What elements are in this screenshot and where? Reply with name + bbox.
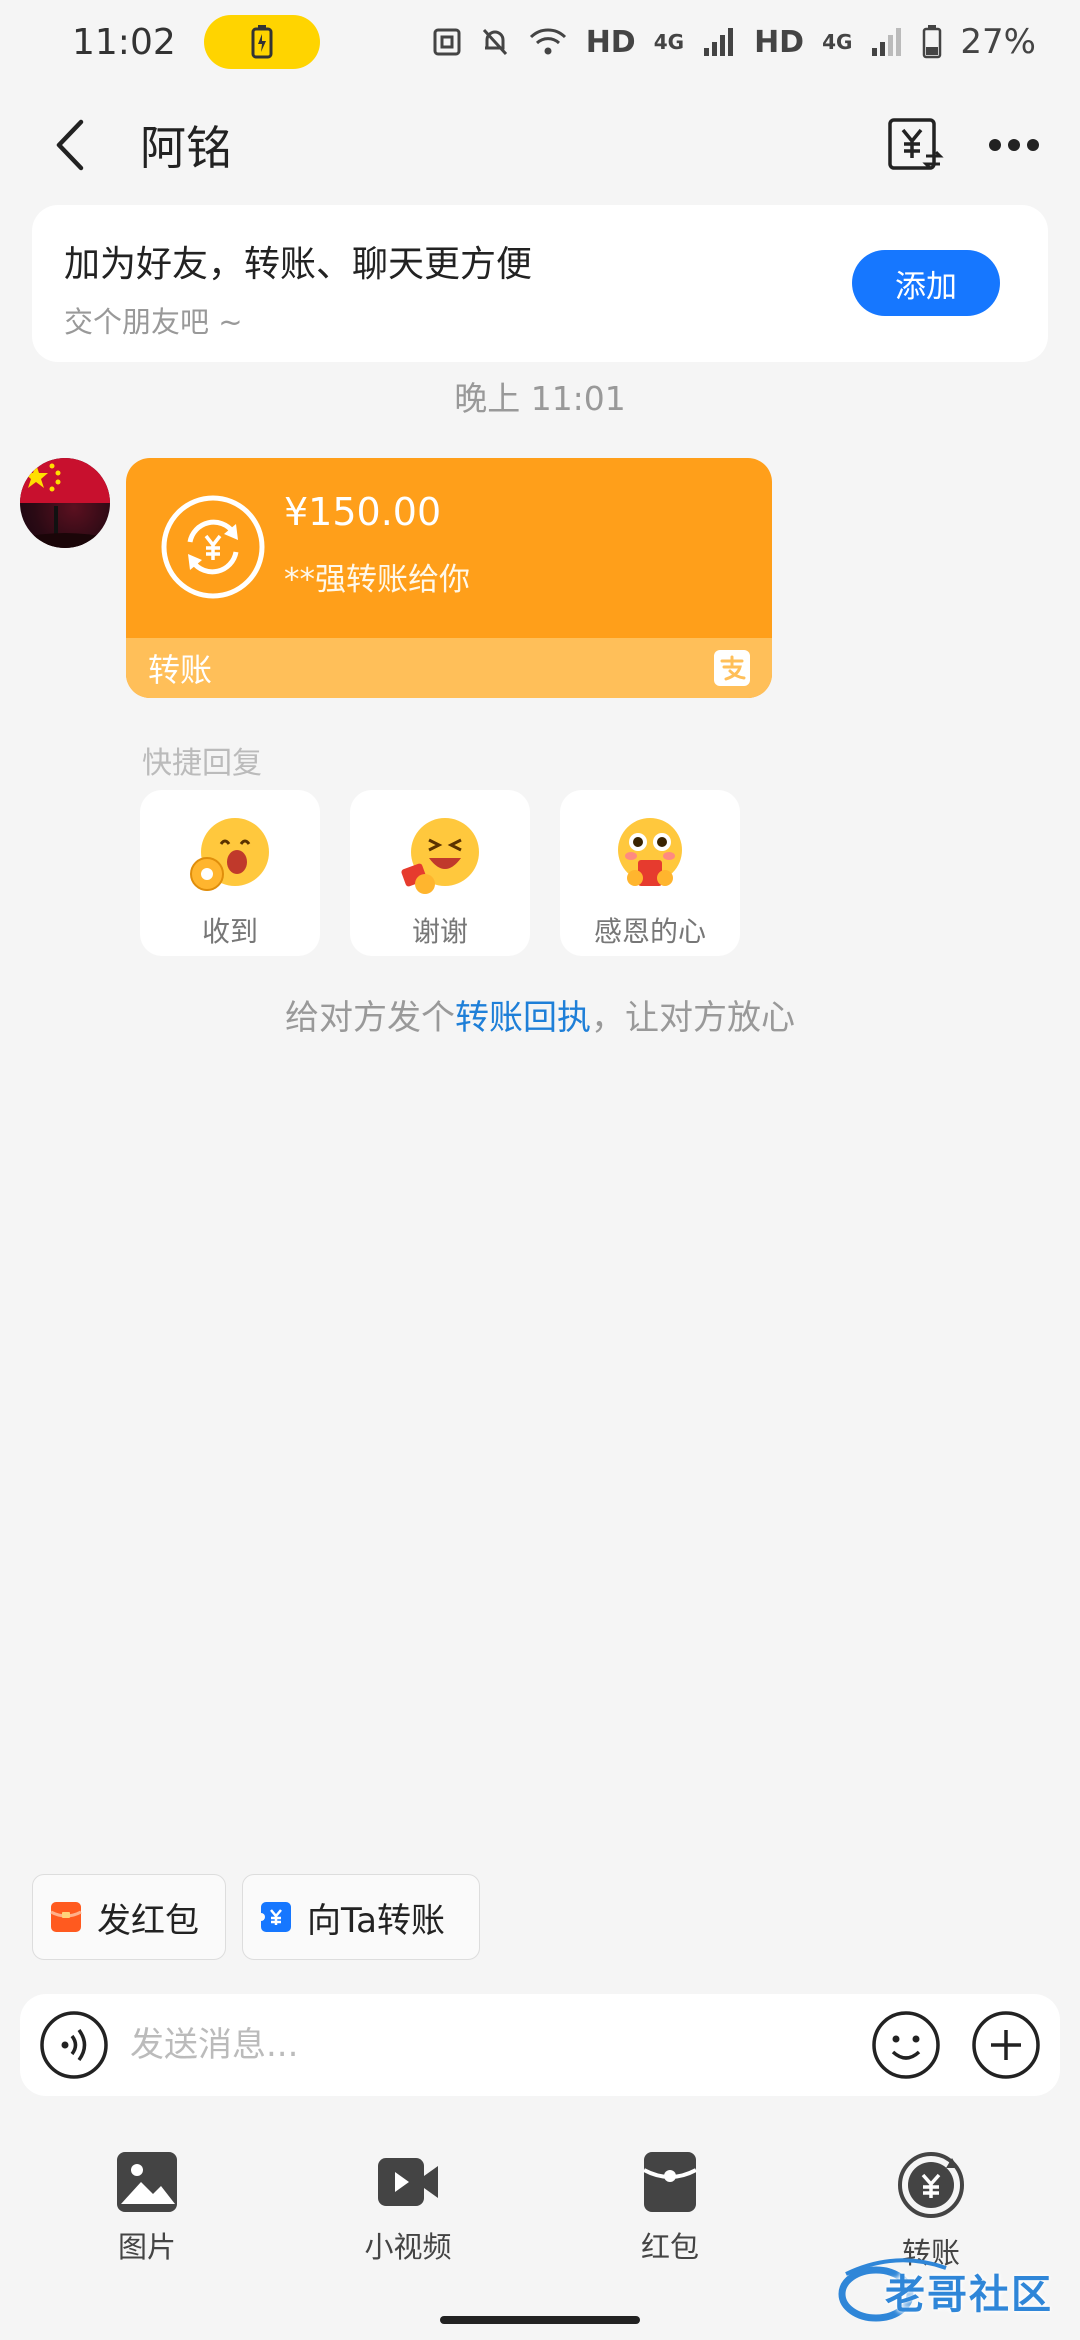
home-indicator[interactable] <box>440 2316 640 2324</box>
transfer-to-ta-chip[interactable]: 向Ta转账 <box>242 1874 480 1960</box>
transfer-arrows-icon <box>161 495 265 599</box>
more-button[interactable] <box>988 137 1040 153</box>
image-icon <box>117 2152 177 2212</box>
quick-reply-label-item: 谢谢 <box>411 915 468 948</box>
panel-image-label: 图片 <box>117 2230 176 2264</box>
wifi-icon <box>528 25 568 59</box>
avatar[interactable] <box>20 458 110 548</box>
chevron-left-icon <box>56 119 84 171</box>
status-icons: HD 4G HD 4G 27% <box>432 22 1036 62</box>
network-gen-1: 4G <box>653 30 685 54</box>
transfer-description: **强转账给你 <box>284 562 470 598</box>
signal-2-icon <box>870 26 904 58</box>
send-red-packet-label: 发红包 <box>97 1900 199 1941</box>
flag-avatar-icon <box>20 458 110 548</box>
watermark-text: 老哥社区 <box>885 2272 1053 2318</box>
more-functions-button[interactable] <box>970 2009 1042 2081</box>
message-input[interactable] <box>130 2025 870 2065</box>
panel-video-label: 小视频 <box>364 2230 452 2264</box>
network-gen-2: 4G <box>822 30 853 54</box>
quick-reply-thanks[interactable]: 谢谢 <box>350 790 530 956</box>
voice-icon <box>40 2011 108 2079</box>
smiley-icon <box>872 2011 940 2079</box>
chat-header: 阿铭 <box>0 100 1080 190</box>
laughing-emoji-icon <box>401 818 479 894</box>
network-type-1: HD <box>585 24 636 60</box>
transfer-to-ta-label: 向Ta转账 <box>307 1900 445 1941</box>
more-icon <box>989 139 1039 151</box>
transfer-record-icon <box>888 118 944 170</box>
add-friend-card: 加为好友，转账、聊天更方便 交个朋友吧 ~ 添加 <box>32 205 1048 362</box>
quick-reply-grateful[interactable]: 感恩的心 <box>560 790 740 956</box>
receipt-prefix: 给对方发个 <box>285 998 455 1038</box>
quick-reply-label-item: 收到 <box>201 915 258 948</box>
receipt-prompt: 给对方发个转账回执，让对方放心 <box>0 990 1080 1039</box>
status-bar: 11:02 HD 4G HD 4G 27% <box>0 0 1080 84</box>
battery-percent: 27% <box>960 22 1036 62</box>
status-time: 11:02 <box>72 21 176 63</box>
receipt-link[interactable]: 转账回执 <box>455 998 591 1038</box>
add-friend-button[interactable]: 添加 <box>852 250 1000 316</box>
panel-red-packet-label: 红包 <box>640 2230 699 2264</box>
quick-reply-label-item: 感恩的心 <box>593 915 706 948</box>
alipay-logo-icon <box>714 650 750 686</box>
transfer-ticket-icon <box>259 1902 291 1932</box>
panel-image[interactable]: 图片 <box>67 2150 227 2266</box>
quick-reply-received[interactable]: 收到 <box>140 790 320 956</box>
network-type-2: HD <box>754 24 805 60</box>
transfer-icon <box>898 2152 964 2218</box>
red-packet-emoji-icon <box>618 818 682 886</box>
chat-title: 阿铭 <box>140 121 232 175</box>
video-icon <box>378 2158 438 2206</box>
panel-video[interactable]: 小视频 <box>328 2150 488 2266</box>
quick-reply-label: 快捷回复 <box>142 746 262 781</box>
red-packet-icon <box>50 1902 82 1932</box>
battery-charging-icon <box>251 25 273 59</box>
back-button[interactable] <box>40 115 100 175</box>
message-input-bar <box>20 1994 1060 2096</box>
battery-icon <box>922 25 942 59</box>
red-packet-icon <box>643 2152 697 2212</box>
ok-hand-emoji-icon <box>190 818 269 891</box>
transfer-footer-label: 转账 <box>148 651 213 689</box>
mute-icon <box>480 26 510 58</box>
watermark-logo: 老哥社区 <box>836 2254 1062 2328</box>
receipt-suffix: ，让对方放心 <box>591 998 795 1038</box>
transfer-amount: ¥150.00 <box>284 490 442 534</box>
emoji-button[interactable] <box>870 2009 942 2081</box>
transfer-record-button[interactable] <box>886 116 944 174</box>
panel-red-packet[interactable]: 红包 <box>590 2150 750 2266</box>
signal-icon <box>702 26 736 58</box>
message-timestamp: 晚上 11:01 <box>454 379 626 418</box>
send-red-packet-chip[interactable]: 发红包 <box>32 1874 226 1960</box>
plus-circle-icon <box>972 2011 1040 2079</box>
transfer-message-card[interactable]: ¥150.00 **强转账给你 转账 <box>126 458 772 698</box>
nfc-icon <box>432 27 462 57</box>
voice-button[interactable] <box>38 2009 110 2081</box>
charging-indicator <box>203 15 320 69</box>
